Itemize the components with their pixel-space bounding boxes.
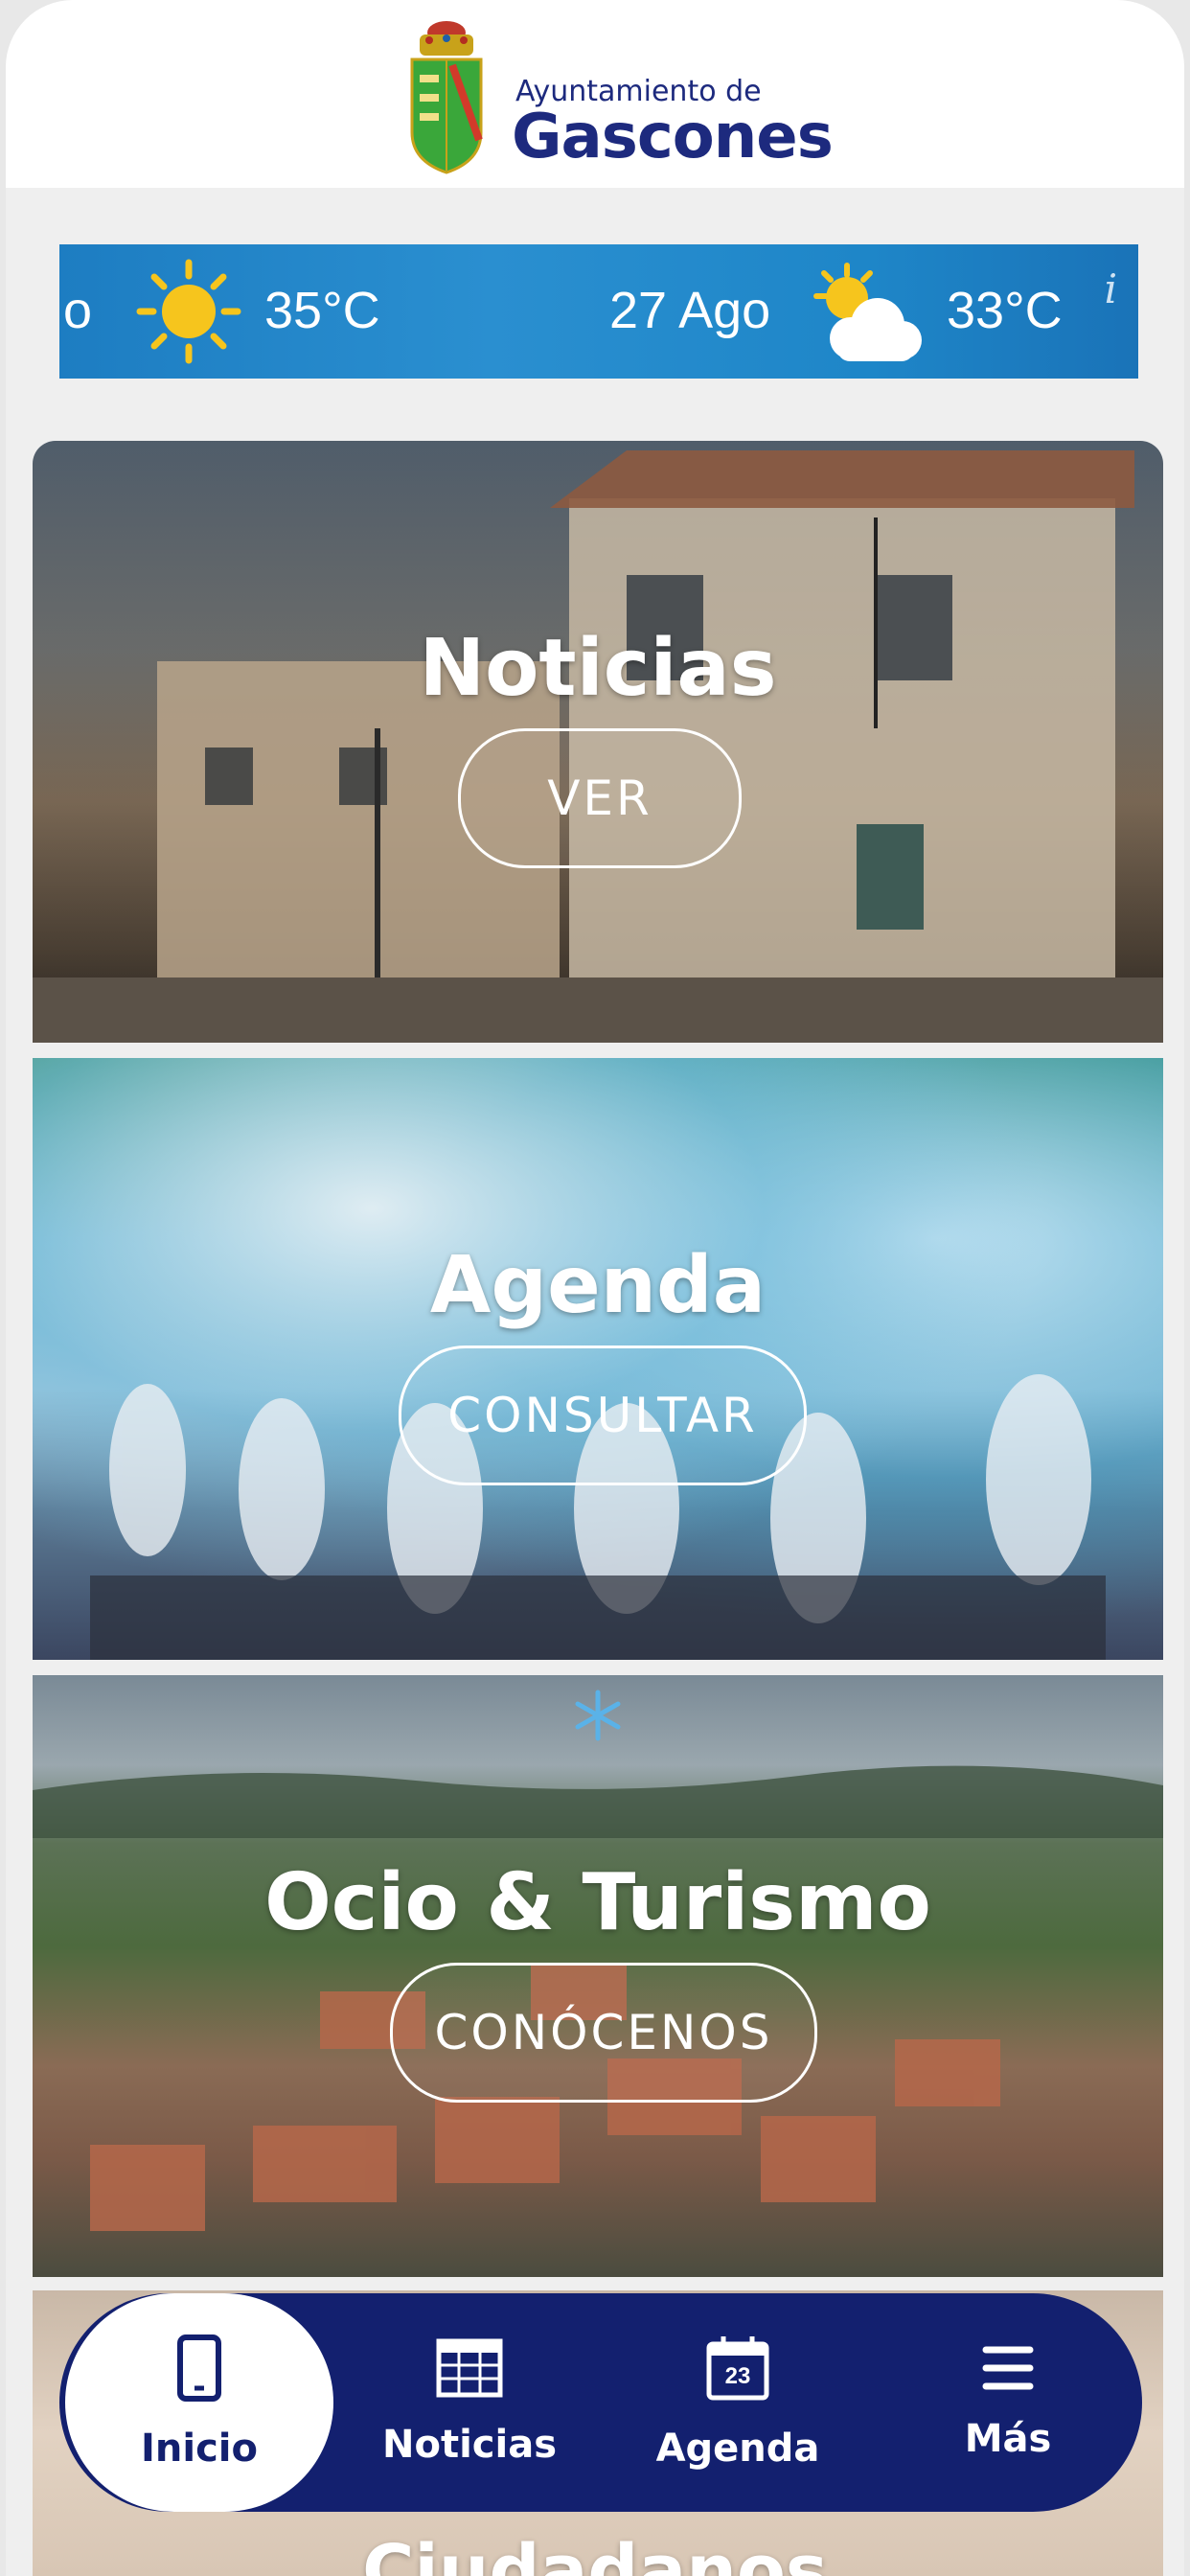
card-title: Ocio & Turismo	[264, 1857, 931, 1948]
weather-banner[interactable]: o 35°C 27 Ago 33°C i	[59, 244, 1138, 379]
info-icon[interactable]: i	[1105, 265, 1117, 312]
header-title: Gascones	[512, 102, 834, 172]
newspaper-icon	[436, 2338, 503, 2398]
sun-icon	[136, 259, 241, 364]
nav-label: Agenda	[655, 2426, 820, 2471]
weather-temp: 35°C	[264, 282, 380, 339]
consultar-button[interactable]: CONSULTAR	[399, 1346, 807, 1485]
card-title: Noticias	[419, 623, 777, 714]
nav-item-mas[interactable]: Más	[874, 2293, 1142, 2512]
conocenos-button[interactable]: CONÓCENOS	[390, 1963, 817, 2103]
card-agenda[interactable]: Agenda CONSULTAR	[33, 1058, 1163, 1660]
weather-day: o	[63, 282, 93, 339]
phone-icon	[177, 2334, 221, 2402]
menu-icon	[982, 2346, 1034, 2390]
snowflake-icon	[575, 1690, 621, 1741]
calendar-day: 23	[724, 2363, 751, 2389]
weather-day: 27 Ago	[609, 282, 771, 339]
nav-item-noticias[interactable]: Noticias	[335, 2293, 604, 2512]
coat-of-arms-logo	[410, 21, 483, 174]
calendar-icon: 23	[706, 2334, 769, 2402]
app-header: Ayuntamiento de Gascones	[6, 0, 1184, 188]
app-screen: Ayuntamiento de Gascones o 35°C 27 Ago 3…	[6, 0, 1184, 2576]
card-title: Ciudadanos	[362, 2530, 828, 2576]
card-ocio-turismo[interactable]: Ocio & Turismo CONÓCENOS	[33, 1675, 1163, 2277]
nav-label: Inicio	[141, 2426, 258, 2471]
bottom-nav: Inicio Noticias 23 Agenda Más	[59, 2293, 1142, 2512]
ver-button[interactable]: VER	[458, 728, 742, 868]
card-title: Agenda	[429, 1240, 767, 1331]
nav-label: Más	[964, 2417, 1052, 2461]
weather-temp: 33°C	[947, 282, 1063, 339]
nav-label: Noticias	[381, 2423, 557, 2467]
sun-cloud-icon	[813, 263, 922, 361]
card-noticias[interactable]: Noticias VER	[33, 441, 1163, 1043]
nav-item-agenda[interactable]: 23 Agenda	[604, 2293, 872, 2512]
nav-item-inicio[interactable]: Inicio	[65, 2293, 333, 2512]
